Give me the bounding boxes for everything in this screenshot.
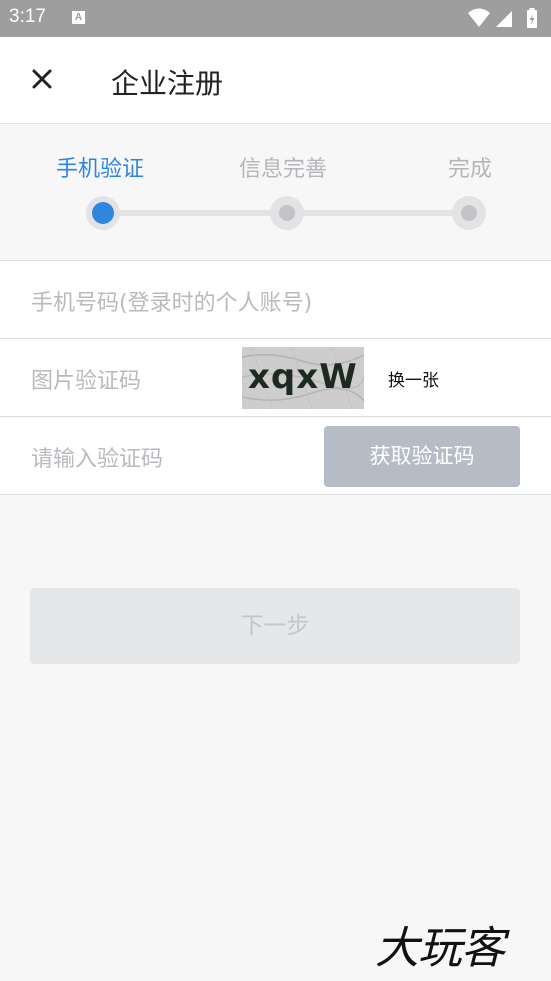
get-code-button[interactable]: 获取验证码	[324, 426, 520, 487]
watermark-logo: 大玩客	[375, 923, 505, 974]
status-icons	[466, 7, 541, 31]
step-label-done: 完成	[448, 157, 493, 182]
captcha-field[interactable]: 图片验证码 xqxW 换一张	[0, 339, 551, 417]
step-dot-inactive	[279, 205, 295, 221]
step-indicator: 手机验证 信息完善 完成	[0, 124, 551, 261]
wifi-icon	[468, 8, 490, 27]
captcha-image[interactable]: xqxW	[242, 347, 364, 409]
app-bar: 企业注册	[0, 37, 551, 124]
step-dot-inactive	[461, 205, 477, 221]
status-time: 3:17	[9, 6, 46, 27]
step-label-info: 信息完善	[239, 157, 328, 182]
page-title: 企业注册	[111, 67, 224, 100]
step-dot-done	[452, 196, 486, 230]
captcha-input-placeholder: 图片验证码	[31, 369, 142, 394]
refresh-captcha-button[interactable]: 换一张	[388, 366, 439, 391]
step-dot-active	[92, 202, 114, 224]
code-input-placeholder: 请输入验证码	[31, 447, 164, 472]
phone-field[interactable]: 手机号码(登录时的个人账号)	[0, 261, 551, 339]
status-bar: 3:17 A	[0, 0, 551, 37]
captcha-text: xqxW	[248, 357, 358, 397]
verification-code-field[interactable]: 请输入验证码 获取验证码	[0, 417, 551, 495]
next-button[interactable]: 下一步	[30, 588, 520, 664]
signal-icon	[496, 11, 512, 27]
battery-icon	[527, 8, 537, 28]
notification-badge-icon: A	[72, 11, 85, 24]
phone-input-placeholder: 手机号码(登录时的个人账号)	[31, 291, 313, 316]
close-icon[interactable]	[28, 65, 56, 93]
step-dot-info	[270, 196, 304, 230]
step-dot-phone	[86, 196, 120, 230]
step-label-phone: 手机验证	[56, 157, 145, 182]
